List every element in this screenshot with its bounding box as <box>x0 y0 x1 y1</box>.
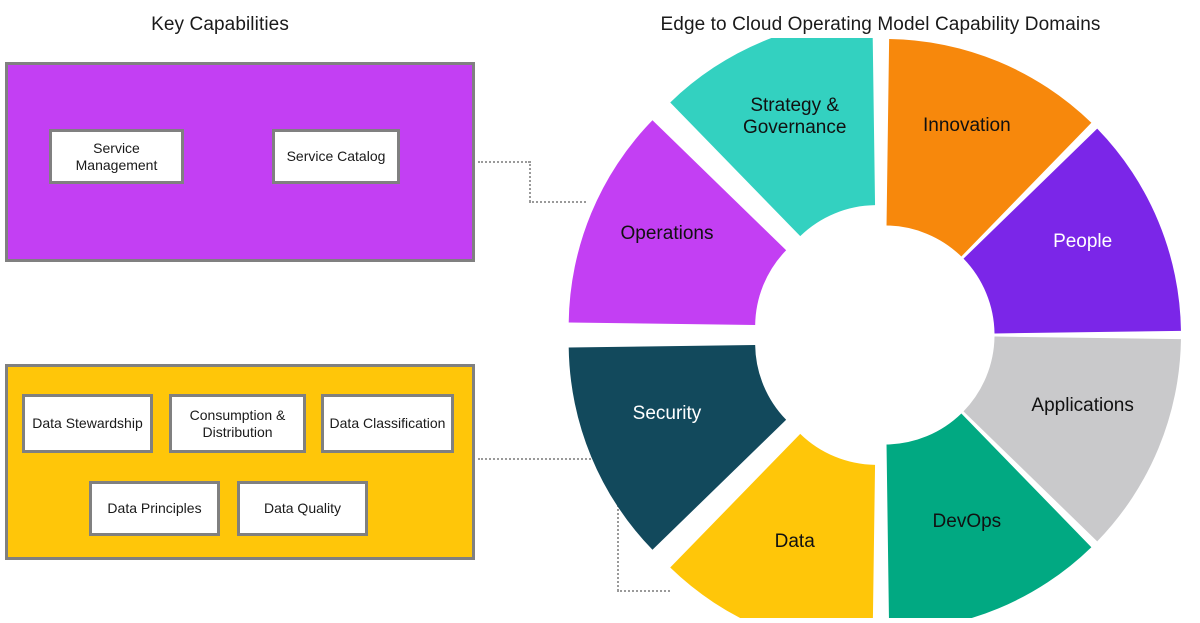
diagram-canvas: Key Capabilities Edge to Cloud Operating… <box>0 0 1200 623</box>
operations-capability-group[interactable]: Service Management Service Catalog <box>5 62 475 262</box>
data-capability-group[interactable]: Data Stewardship Consumption & Distribut… <box>5 364 475 560</box>
key-capabilities-title: Key Capabilities <box>151 14 289 35</box>
capability-chip-data-quality[interactable]: Data Quality <box>237 481 368 536</box>
capability-chip-data-principles[interactable]: Data Principles <box>89 481 220 536</box>
capability-chip-service-catalog[interactable]: Service Catalog <box>272 129 400 184</box>
capability-chip-data-stewardship[interactable]: Data Stewardship <box>22 394 153 453</box>
capability-domains-donut-chart: Innovation People Applications DevOps Data Se… <box>555 18 1200 623</box>
operations-connector-segment-v <box>529 161 531 202</box>
capability-chip-service-management[interactable]: Service Management <box>49 129 184 184</box>
capability-domains-title: Edge to Cloud Operating Model Capability… <box>660 14 1101 35</box>
capability-chip-consumption-distribution[interactable]: Consumption & Distribution <box>169 394 306 453</box>
donut-svg <box>568 18 1181 623</box>
capability-chip-data-classification[interactable]: Data Classification <box>321 394 454 453</box>
operations-connector-segment-h1 <box>478 161 530 163</box>
